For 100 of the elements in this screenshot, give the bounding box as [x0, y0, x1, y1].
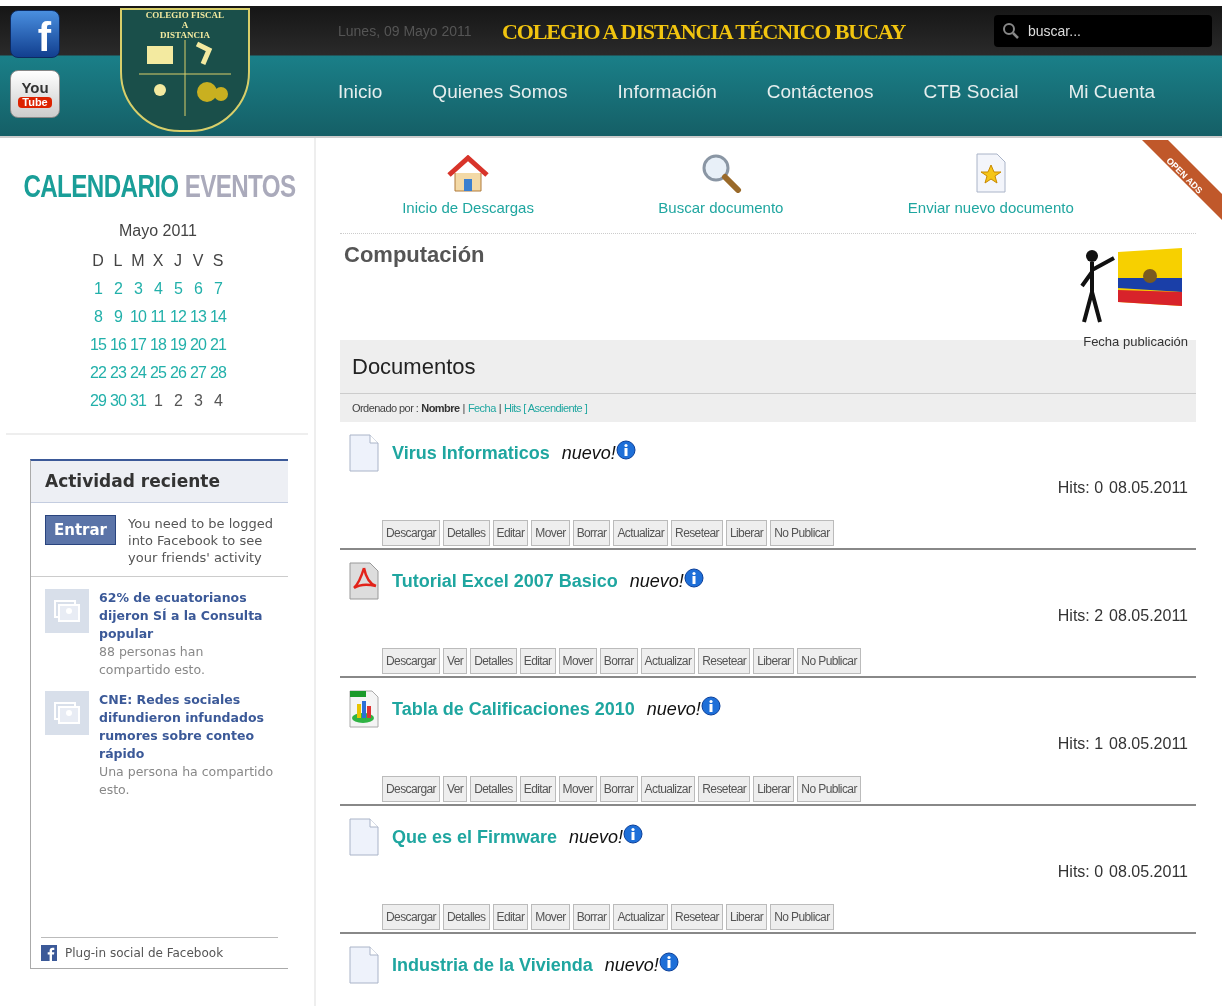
story-headline[interactable]: CNE: Redes sociales difundieron infundados rumores sobre conteo rápido: [99, 691, 274, 763]
calendar-day[interactable]: 29: [88, 386, 108, 415]
calendar-day[interactable]: 21: [208, 330, 228, 359]
nav-link[interactable]: Inicio: [338, 77, 383, 107]
calendar-day[interactable]: 9: [108, 302, 128, 331]
publish-date: 08.05.2011: [1109, 478, 1188, 498]
toolbar-link[interactable]: Buscar documento: [658, 152, 784, 219]
action-button[interactable]: Editar: [492, 904, 529, 930]
action-button[interactable]: Borrar: [599, 776, 638, 802]
toolbar-link[interactable]: Inicio de Descargas: [402, 154, 534, 219]
document-link[interactable]: Virus Informaticos: [392, 439, 550, 467]
nav-link[interactable]: CTB Social: [923, 77, 1019, 107]
action-button[interactable]: No Publicar: [770, 520, 834, 546]
calendar-day[interactable]: 24: [128, 358, 148, 387]
action-button[interactable]: Resetear: [671, 904, 723, 930]
calendar-day[interactable]: 12: [168, 302, 188, 331]
calendar-day[interactable]: 2: [168, 386, 188, 415]
calendar-day[interactable]: 4: [148, 274, 168, 303]
action-button[interactable]: Descargar: [382, 776, 440, 802]
action-button[interactable]: Mover: [531, 520, 570, 546]
action-button[interactable]: No Publicar: [770, 904, 834, 930]
action-button[interactable]: No Publicar: [797, 648, 861, 674]
action-button[interactable]: Liberar: [726, 904, 768, 930]
calendar-day[interactable]: 6: [188, 274, 208, 303]
action-button[interactable]: Mover: [558, 648, 597, 674]
calendar-day[interactable]: 17: [128, 330, 148, 359]
calendar-day[interactable]: 3: [128, 274, 148, 303]
calendar-day[interactable]: 1: [88, 274, 108, 303]
nav-link[interactable]: Información: [617, 77, 717, 107]
action-button[interactable]: Descargar: [382, 904, 440, 930]
action-button[interactable]: Detalles: [470, 776, 517, 802]
calendar-day[interactable]: 19: [168, 330, 188, 359]
calendar-day[interactable]: 20: [188, 330, 208, 359]
action-button[interactable]: Ver: [442, 776, 468, 802]
info-icon: [615, 439, 636, 460]
action-button[interactable]: Actualizar: [613, 904, 669, 930]
story-headline[interactable]: 62% de ecuatorianos dijeron SÍ a la Consulta popular: [99, 589, 274, 643]
sort-option[interactable]: Fecha: [467, 399, 496, 416]
calendar-day[interactable]: 15: [88, 330, 108, 359]
calendar-day[interactable]: 28: [208, 358, 228, 387]
calendar-day[interactable]: 7: [208, 274, 228, 303]
calendar-day[interactable]: 31: [128, 386, 148, 415]
calendar-day[interactable]: 14: [208, 302, 228, 331]
action-button[interactable]: Mover: [558, 776, 597, 802]
new-label: nuevo!: [646, 697, 701, 721]
action-button[interactable]: Mover: [531, 904, 570, 930]
action-button[interactable]: Editar: [519, 776, 556, 802]
calendar-day[interactable]: 3: [188, 386, 208, 415]
action-button[interactable]: Resetear: [698, 648, 751, 674]
youtube-icon[interactable]: You Tube: [10, 70, 60, 118]
login-button[interactable]: Entrar: [45, 515, 116, 545]
facebook-icon[interactable]: f: [10, 10, 60, 58]
action-button[interactable]: Liberar: [753, 648, 795, 674]
calendar-day[interactable]: 22: [88, 358, 108, 387]
document-link[interactable]: Tutorial Excel 2007 Basico: [392, 567, 618, 595]
calendar-day[interactable]: 4: [208, 386, 228, 415]
document-link[interactable]: Industria de la Vivienda: [392, 951, 593, 979]
calendar-day[interactable]: 30: [108, 386, 128, 415]
action-button[interactable]: Borrar: [599, 648, 638, 674]
action-button[interactable]: Ver: [442, 648, 468, 674]
action-button[interactable]: Liberar: [753, 776, 795, 802]
action-button[interactable]: Detalles: [470, 648, 517, 674]
calendar-day[interactable]: 2: [108, 274, 128, 303]
calendar-day[interactable]: 5: [168, 274, 188, 303]
action-button[interactable]: Borrar: [572, 904, 611, 930]
calendar-day[interactable]: 23: [108, 358, 128, 387]
calendar-day[interactable]: 13: [188, 302, 208, 331]
action-button[interactable]: Editar: [519, 648, 556, 674]
document-link[interactable]: Que es el Firmware: [392, 823, 558, 851]
action-button[interactable]: Actualizar: [613, 520, 669, 546]
search-field[interactable]: buscar...: [994, 15, 1212, 47]
sort-option[interactable]: Nombre: [421, 399, 460, 416]
calendar-day[interactable]: 26: [168, 358, 188, 387]
action-button[interactable]: Actualizar: [640, 648, 696, 674]
calendar-day[interactable]: 11: [148, 302, 168, 331]
action-button[interactable]: Resetear: [698, 776, 751, 802]
action-button[interactable]: Descargar: [382, 648, 440, 674]
nav-link[interactable]: Contáctenos: [766, 77, 874, 107]
calendar-day[interactable]: 10: [128, 302, 148, 331]
calendar-day[interactable]: 25: [148, 358, 168, 387]
document-link[interactable]: Tabla de Calificaciones 2010: [392, 695, 635, 723]
calendar-day[interactable]: 8: [88, 302, 108, 331]
calendar-day[interactable]: 1: [148, 386, 168, 415]
action-button[interactable]: Actualizar: [640, 776, 696, 802]
action-button[interactable]: Descargar: [382, 520, 440, 546]
action-button[interactable]: Resetear: [671, 520, 723, 546]
action-button[interactable]: Editar: [492, 520, 529, 546]
sort-option[interactable]: Hits [ Ascendiente ]: [504, 399, 588, 416]
action-button[interactable]: Detalles: [442, 904, 490, 930]
toolbar-link[interactable]: Enviar nuevo documento: [907, 152, 1074, 219]
calendar-day[interactable]: 18: [148, 330, 168, 359]
action-button[interactable]: No Publicar: [797, 776, 861, 802]
action-button[interactable]: Detalles: [442, 520, 490, 546]
action-button[interactable]: Liberar: [726, 520, 768, 546]
document-icon: [348, 434, 380, 472]
nav-link[interactable]: Quienes Somos: [432, 77, 568, 107]
action-button[interactable]: Borrar: [572, 520, 611, 546]
calendar-day[interactable]: 16: [108, 330, 128, 359]
calendar-day[interactable]: 27: [188, 358, 208, 387]
nav-link[interactable]: Mi Cuenta: [1068, 77, 1156, 107]
